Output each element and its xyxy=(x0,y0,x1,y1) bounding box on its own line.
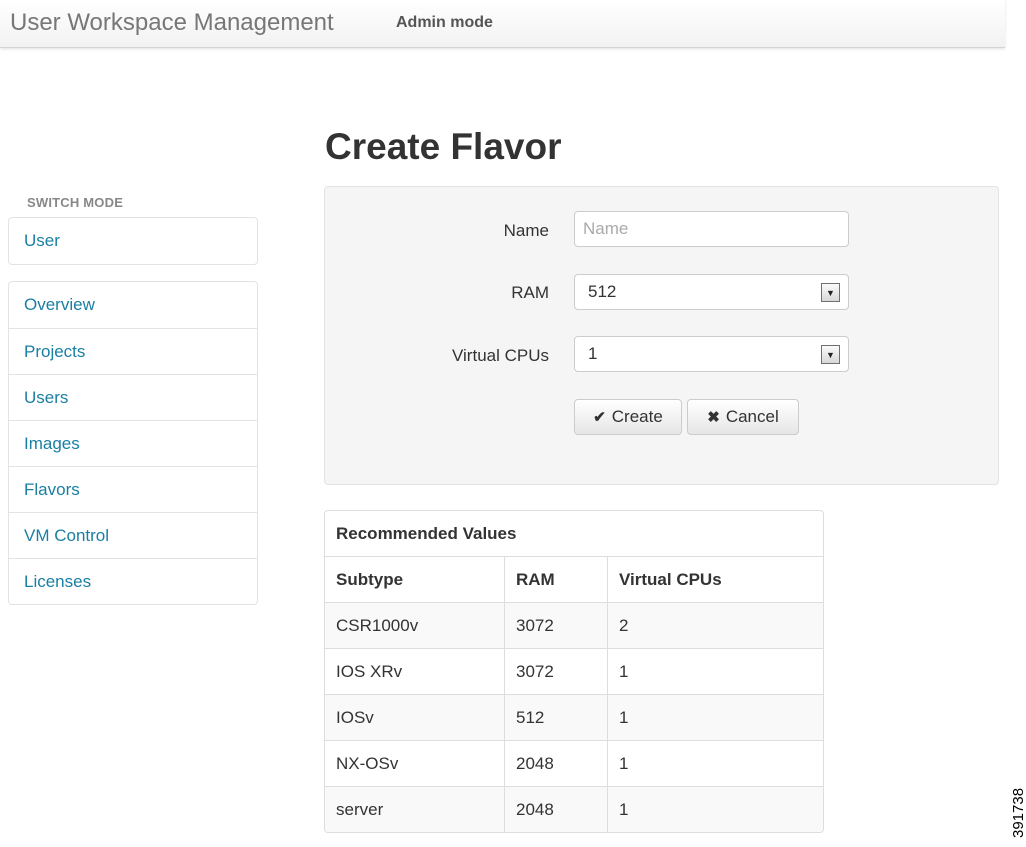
sidebar-nav: Overview Projects Users Images Flavors V… xyxy=(8,281,258,605)
switch-mode-heading: SWITCH MODE xyxy=(27,195,124,210)
sidebar-item-projects[interactable]: Projects xyxy=(9,328,257,374)
table-row: IOSv 512 1 xyxy=(325,695,823,741)
table-cell: 1 xyxy=(607,741,823,786)
column-header: Subtype xyxy=(336,569,404,589)
page-title: Create Flavor xyxy=(325,126,562,167)
vcpus-select-value: 1 xyxy=(588,344,598,363)
table-row: CSR1000v 3072 2 xyxy=(325,603,823,649)
brand-title[interactable]: User Workspace Management xyxy=(10,9,334,37)
chevron-down-icon[interactable]: ▼ xyxy=(821,345,840,364)
vcpus-label: Virtual CPUs xyxy=(452,346,549,365)
column-header: Virtual CPUs xyxy=(607,557,823,602)
ram-select-value: 512 xyxy=(588,282,617,301)
name-label: Name xyxy=(503,221,549,240)
table-caption: Recommended Values xyxy=(325,511,823,557)
table-cell: 3072 xyxy=(504,649,607,694)
create-flavor-form: Name RAM 512 ▼ Virtual CPUs 1 ▼ ✔ Create… xyxy=(324,186,999,485)
checkmark-icon: ✔ xyxy=(593,409,606,426)
admin-mode-label[interactable]: Admin mode xyxy=(396,14,493,32)
table-row: NX-OSv 2048 1 xyxy=(325,741,823,787)
table-cell: CSR1000v xyxy=(336,615,419,635)
chevron-down-icon[interactable]: ▼ xyxy=(821,283,840,302)
create-button-label: Create xyxy=(611,407,663,426)
table-cell: 3072 xyxy=(504,603,607,648)
table-header-row: Subtype RAM Virtual CPUs xyxy=(325,557,823,603)
top-navbar: User Workspace Management Admin mode xyxy=(0,0,1005,48)
table-cell: IOS XRv xyxy=(336,661,403,681)
recommended-values-table: Recommended Values Subtype RAM Virtual C… xyxy=(324,510,824,833)
sidebar-item-flavors[interactable]: Flavors xyxy=(9,466,257,512)
column-header: RAM xyxy=(504,557,607,602)
close-icon: ✖ xyxy=(707,409,720,426)
cancel-button-label: Cancel xyxy=(725,407,779,426)
sidebar-item-users[interactable]: Users xyxy=(9,374,257,420)
table-cell: 1 xyxy=(607,787,823,832)
sidebar-item-vm-control[interactable]: VM Control xyxy=(9,512,257,558)
table-cell: 512 xyxy=(504,695,607,740)
sidebar-item-licenses[interactable]: Licenses xyxy=(9,558,257,604)
ram-select[interactable]: 512 ▼ xyxy=(574,274,849,310)
figure-id-label: 391738 xyxy=(1010,787,1026,838)
table-cell: 2048 xyxy=(504,787,607,832)
table-cell: IOSv xyxy=(336,707,374,727)
vcpus-select[interactable]: 1 ▼ xyxy=(574,336,849,372)
table-row: IOS XRv 3072 1 xyxy=(325,649,823,695)
table-cell: 1 xyxy=(607,695,823,740)
name-input[interactable] xyxy=(574,211,849,247)
table-cell: NX-OSv xyxy=(336,753,399,773)
table-cell: server xyxy=(336,800,384,819)
sidebar-item-user[interactable]: User xyxy=(9,218,257,264)
cancel-button[interactable]: ✖ Cancel xyxy=(687,399,799,435)
create-button[interactable]: ✔ Create xyxy=(574,399,682,435)
sidebar-item-images[interactable]: Images xyxy=(9,420,257,466)
ram-label: RAM xyxy=(511,283,549,302)
table-cell: 2048 xyxy=(504,741,607,786)
sidebar-item-overview[interactable]: Overview xyxy=(9,282,257,328)
switch-mode-list: User xyxy=(8,217,258,265)
table-cell: 1 xyxy=(607,649,823,694)
table-cell: 2 xyxy=(607,603,823,648)
table-row: server 2048 1 xyxy=(325,787,823,832)
